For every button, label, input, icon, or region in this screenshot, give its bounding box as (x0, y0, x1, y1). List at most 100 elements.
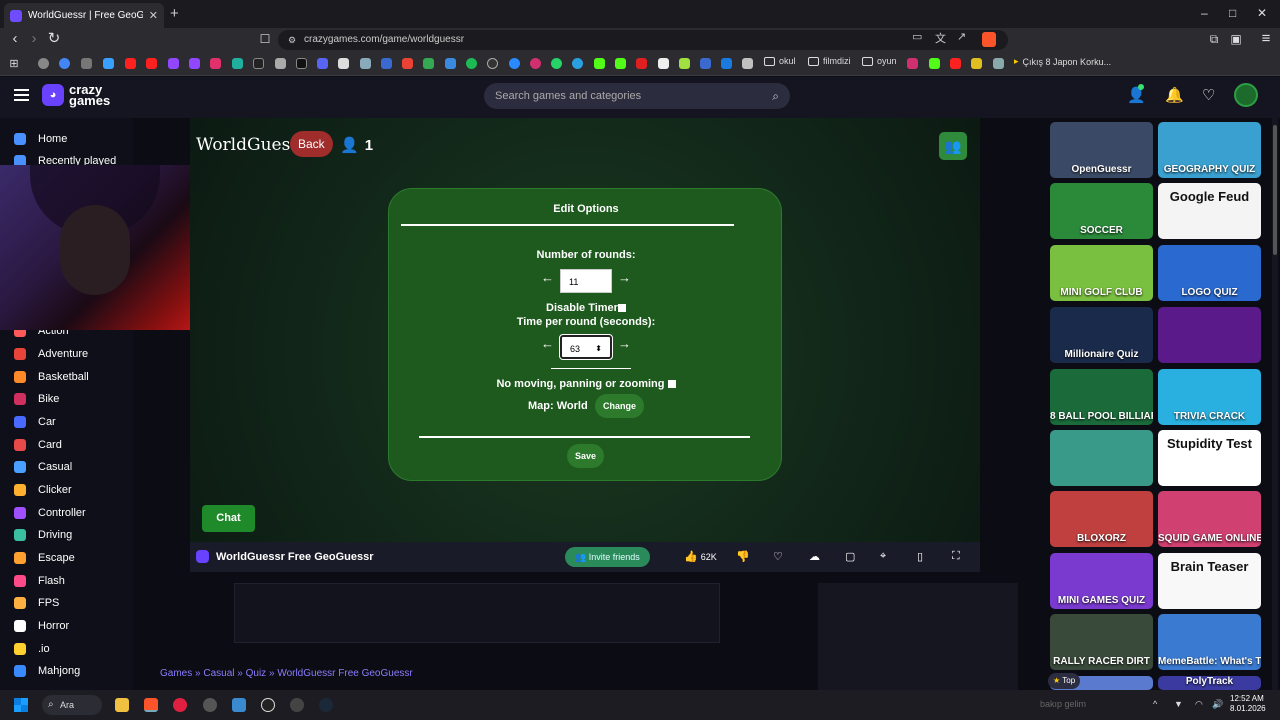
bookmark-icon[interactable] (360, 58, 371, 69)
hamburger-menu-icon[interactable] (14, 89, 29, 101)
sidebar-item-adventure[interactable]: Adventure (14, 348, 88, 360)
game-tile[interactable]: GEOGRAPHY QUIZ (1158, 122, 1261, 178)
file-explorer-icon[interactable] (115, 698, 129, 712)
maximize-button[interactable]: □ (1229, 6, 1236, 20)
close-window-button[interactable]: ✕ (1257, 6, 1267, 20)
app-tray-icon[interactable]: ▼ (1174, 699, 1183, 709)
kick-icon[interactable] (594, 58, 605, 69)
game-frame[interactable]: WorldGuessr Back 👤 1 👥 Edit Options Numb… (190, 118, 980, 542)
mobile-icon[interactable]: ▯ (917, 550, 923, 563)
like-button[interactable]: 👍 62K (684, 550, 717, 563)
game-tile[interactable]: Google Feud (1158, 183, 1261, 239)
bookmark-folder-filmdizi[interactable]: filmdizi (808, 56, 851, 66)
app-icon[interactable] (290, 698, 304, 712)
github-icon[interactable] (487, 58, 498, 69)
taskbar-search[interactable]: ⌕ Ara (42, 695, 102, 715)
bookmark-icon[interactable] (971, 58, 982, 69)
kick-icon[interactable] (929, 58, 940, 69)
discord-icon[interactable] (317, 58, 328, 69)
search-icon[interactable]: ⌕ (772, 83, 779, 109)
tab-close-icon[interactable]: ✕ (149, 9, 158, 22)
game-tile[interactable]: MemeBattle: What's That Meme? (1158, 614, 1261, 670)
forward-arrow-icon[interactable]: › (26, 31, 42, 47)
minimize-button[interactable]: – (1201, 6, 1208, 20)
sidebar-item-home[interactable]: Home (14, 133, 67, 145)
kick-icon[interactable] (615, 58, 626, 69)
game-tile[interactable]: Brain Teaser (1158, 553, 1261, 609)
sidebar-item-io[interactable]: .io (14, 643, 50, 655)
game-tile[interactable] (1158, 307, 1261, 363)
time-increase-arrow-icon[interactable]: → (618, 336, 631, 351)
youtube-icon[interactable] (125, 58, 136, 69)
breadcrumb-link[interactable]: Games (160, 668, 192, 679)
bookmark-icon[interactable] (445, 58, 456, 69)
spinner-icon[interactable]: ⬍ (595, 337, 602, 361)
google-icon[interactable] (59, 58, 70, 69)
sidebar-item-driving[interactable]: Driving (14, 529, 72, 541)
volume-icon[interactable]: 🔊 (1212, 699, 1223, 710)
breadcrumb-link[interactable]: Quiz (246, 668, 267, 679)
thumbs-down-icon[interactable]: 👎 (736, 550, 750, 563)
app-icon[interactable] (261, 698, 275, 712)
bookmark-icon[interactable]: ☐ (257, 31, 273, 47)
rounds-input[interactable]: 11 (560, 269, 612, 293)
wifi-icon[interactable]: ◠ (1195, 699, 1203, 710)
menu-icon[interactable]: ≡ (1258, 31, 1274, 47)
twitch-icon[interactable] (168, 58, 179, 69)
apps-grid-icon[interactable]: ⊞ (6, 56, 22, 72)
telegram-icon[interactable] (572, 58, 583, 69)
game-tile[interactable]: RALLY RACER DIRT (1050, 614, 1153, 670)
instagram-icon[interactable] (210, 58, 221, 69)
game-tile[interactable]: OpenGuessr (1050, 122, 1153, 178)
bookmark-icon[interactable] (338, 58, 349, 69)
sidebar-item-car[interactable]: Car (14, 416, 56, 428)
sidebar-item-mahjong[interactable]: Mahjong (14, 665, 80, 677)
bookmark-icon[interactable] (700, 58, 711, 69)
browser-tab[interactable]: WorldGuessr | Free GeoGuessr ✕ (4, 3, 164, 28)
breadcrumb-link[interactable]: WorldGuessr Free GeoGuessr (277, 668, 412, 679)
bookmark-icon[interactable] (275, 58, 286, 69)
no-move-row[interactable]: No moving, panning or zooming (389, 378, 783, 390)
media-player-icon[interactable] (173, 698, 187, 712)
sidebar-item-clicker[interactable]: Clicker (14, 484, 72, 496)
top-button[interactable]: ★ Top (1048, 673, 1081, 689)
back-arrow-icon[interactable]: ‹ (7, 31, 23, 47)
disable-timer-row[interactable]: Disable Timer (389, 302, 783, 314)
save-button[interactable]: Save (567, 444, 605, 468)
bookmark-icon[interactable] (232, 58, 243, 69)
whatsapp-icon[interactable] (551, 58, 562, 69)
bookmark-icon[interactable] (381, 58, 392, 69)
game-tile[interactable]: 8 BALL POOL BILLIARDS (1050, 369, 1153, 425)
app-icon[interactable] (203, 698, 217, 712)
bookmark-icon[interactable] (658, 58, 669, 69)
game-tile[interactable]: PolyTrack (1158, 676, 1261, 690)
invite-friends-button[interactable]: 👥 Invite friends (565, 547, 650, 567)
brave-shields-icon[interactable] (982, 32, 996, 47)
game-tile[interactable]: BLOXORZ (1050, 491, 1153, 547)
bookmark-icon[interactable] (679, 58, 690, 69)
sidebar-item-casual[interactable]: Casual (14, 461, 72, 473)
bookmark-icon[interactable] (530, 58, 541, 69)
bookmark-icon[interactable] (721, 58, 732, 69)
sidebar-item-controller[interactable]: Controller (14, 507, 86, 519)
breadcrumb-link[interactable]: Casual (203, 668, 234, 679)
bookmark-folder-okul[interactable]: okul (764, 56, 796, 66)
feedback-icon[interactable]: ▢ (845, 550, 855, 563)
search-input[interactable]: Search games and categories ⌕ (484, 83, 790, 109)
sidebar-item-card[interactable]: Card (14, 439, 62, 451)
new-tab-button[interactable]: + (170, 5, 179, 22)
sidebar-item-horror[interactable]: Horror (14, 620, 69, 632)
bookmark-icon[interactable] (81, 58, 92, 69)
gmail-icon[interactable] (402, 58, 413, 69)
bookmark-icon[interactable] (103, 58, 114, 69)
drive-icon[interactable] (423, 58, 434, 69)
translate-icon[interactable]: 文 (935, 30, 946, 46)
fullscreen-icon[interactable]: ⛶ (952, 550, 960, 563)
rounds-decrease-arrow-icon[interactable]: ← (541, 270, 554, 285)
scrollbar-thumb[interactable] (1273, 125, 1277, 255)
extensions-icon[interactable]: ⧉ (1206, 31, 1222, 47)
spotify-icon[interactable] (466, 58, 477, 69)
game-tile[interactable]: Stupidity Test (1158, 430, 1261, 486)
cast-icon[interactable]: ▭ (912, 30, 922, 43)
twitch-icon[interactable] (189, 58, 200, 69)
